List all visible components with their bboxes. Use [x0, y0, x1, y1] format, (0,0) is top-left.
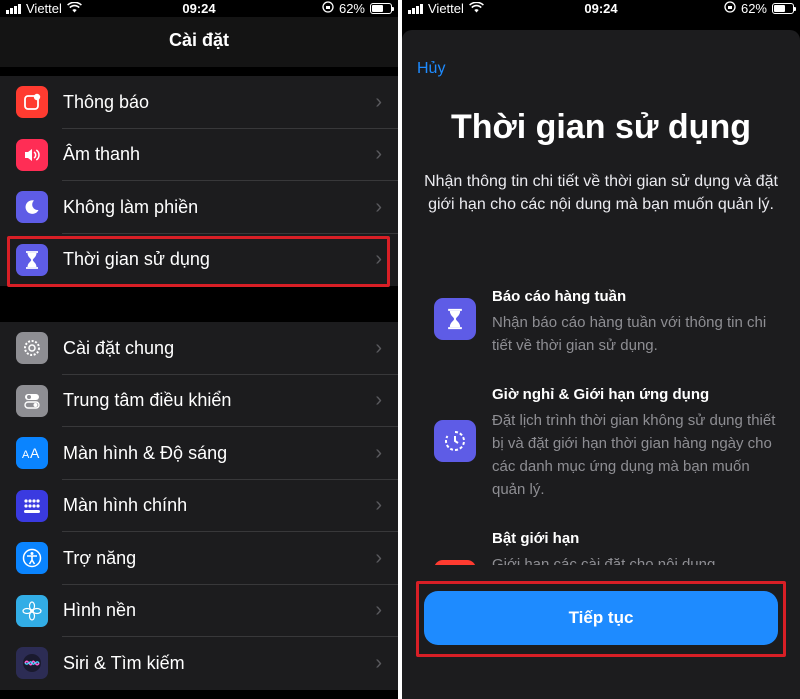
settings-group-2: Cài đặt chung › Trung tâm điều khiển › A…: [0, 322, 398, 690]
notification-icon: [16, 86, 48, 119]
settings-group-1: Thông báo › Âm thanh › Không làm phiền ›…: [0, 76, 398, 286]
cancel-button[interactable]: Hủy: [417, 60, 445, 78]
battery-icon: [370, 3, 394, 14]
settings-item-notifications[interactable]: Thông báo ›: [0, 76, 398, 129]
hourglass-icon: [16, 243, 48, 276]
feature-title: Báo cáo hàng tuần: [492, 288, 627, 305]
feature-weekly-report: Báo cáo hàng tuần Nhận báo cáo hàng tuần…: [434, 288, 780, 357]
chevron-right-icon: ›: [375, 389, 382, 412]
settings-item-accessibility[interactable]: Trợ năng ›: [0, 532, 398, 585]
toggles-icon: [16, 384, 48, 417]
settings-item-label: Màn hình & Độ sáng: [63, 442, 228, 463]
status-bar: Viettel 09:24 62%: [402, 0, 800, 17]
feature-desc: Đặt lịch trình thời gian không sử dụng t…: [492, 412, 776, 498]
svg-text:A: A: [30, 446, 40, 460]
settings-screen: Viettel 09:24 62% Cài đặt Thông báo › Âm…: [0, 0, 398, 699]
chevron-right-icon: ›: [375, 248, 382, 271]
page-title: Cài đặt: [168, 30, 229, 50]
settings-item-do-not-disturb[interactable]: Không làm phiền ›: [0, 181, 398, 234]
settings-item-general[interactable]: Cài đặt chung ›: [0, 322, 398, 375]
settings-item-sounds[interactable]: Âm thanh ›: [0, 129, 398, 181]
settings-item-wallpaper[interactable]: Hình nền ›: [0, 585, 398, 637]
chevron-right-icon: ›: [375, 441, 382, 464]
settings-item-siri-search[interactable]: Siri & Tìm kiếm ›: [0, 637, 398, 690]
svg-text:A: A: [22, 449, 30, 460]
feature-downtime-app-limits: Giờ nghỉ & Giới hạn ứng dụng Đặt lịch tr…: [434, 386, 780, 501]
status-bar: Viettel 09:24 62%: [0, 0, 398, 17]
chevron-right-icon: ›: [375, 336, 382, 359]
chevron-right-icon: ›: [375, 90, 382, 113]
settings-item-label: Thông báo: [63, 91, 150, 112]
continue-button[interactable]: Tiếp tục: [424, 591, 778, 645]
downtime-clock-icon: [434, 420, 476, 462]
screen-time-screen: Viettel 09:24 62% Hủy Thời gian sử dụng …: [402, 0, 800, 699]
chevron-right-icon: ›: [375, 599, 382, 622]
speaker-icon: [16, 138, 48, 171]
settings-item-label: Trợ năng: [63, 547, 137, 568]
settings-item-label: Cài đặt chung: [63, 337, 175, 358]
home-grid-icon: [16, 489, 48, 522]
text-size-icon: AA: [16, 437, 48, 470]
feature-title: Bật giới hạn: [492, 530, 580, 547]
accessibility-icon: [16, 542, 48, 575]
chevron-right-icon: ›: [375, 195, 382, 218]
battery-percent: 62%: [740, 1, 767, 16]
chevron-right-icon: ›: [375, 651, 382, 674]
sheet-title: Thời gian sử dụng: [451, 108, 751, 146]
settings-item-label: Không làm phiền: [63, 196, 199, 217]
chevron-right-icon: ›: [375, 546, 382, 569]
feature-desc: Nhận báo cáo hàng tuần với thông tin chi…: [492, 314, 767, 354]
battery-icon: [772, 3, 796, 14]
feature-title: Giờ nghỉ & Giới hạn ứng dụng: [492, 386, 710, 403]
settings-item-home-screen[interactable]: Màn hình chính ›: [0, 480, 398, 532]
settings-item-label: Hình nền: [63, 600, 137, 621]
rotation-lock-icon: [322, 1, 334, 16]
settings-item-label: Màn hình chính: [63, 495, 188, 516]
rotation-lock-icon: [724, 1, 736, 16]
sheet-intro: Nhận thông tin chi tiết về thời gian sử …: [424, 173, 778, 213]
settings-item-label: Thời gian sử dụng: [63, 249, 210, 270]
chevron-right-icon: ›: [375, 494, 382, 517]
hourglass-icon: [434, 298, 476, 340]
settings-item-screen-time[interactable]: Thời gian sử dụng ›: [0, 234, 398, 287]
moon-icon: [16, 191, 48, 224]
wallpaper-flower-icon: [16, 594, 48, 627]
battery-percent: 62%: [338, 1, 365, 16]
chevron-right-icon: ›: [375, 143, 382, 166]
siri-icon: [16, 647, 48, 680]
settings-item-control-center[interactable]: Trung tâm điều khiển ›: [0, 375, 398, 427]
settings-item-label: Âm thanh: [63, 144, 141, 165]
settings-item-label: Trung tâm điều khiển: [63, 390, 232, 411]
gear-icon: [16, 332, 48, 365]
settings-item-label: Siri & Tìm kiếm: [63, 652, 185, 673]
settings-item-display-brightness[interactable]: AA Màn hình & Độ sáng ›: [0, 427, 398, 480]
